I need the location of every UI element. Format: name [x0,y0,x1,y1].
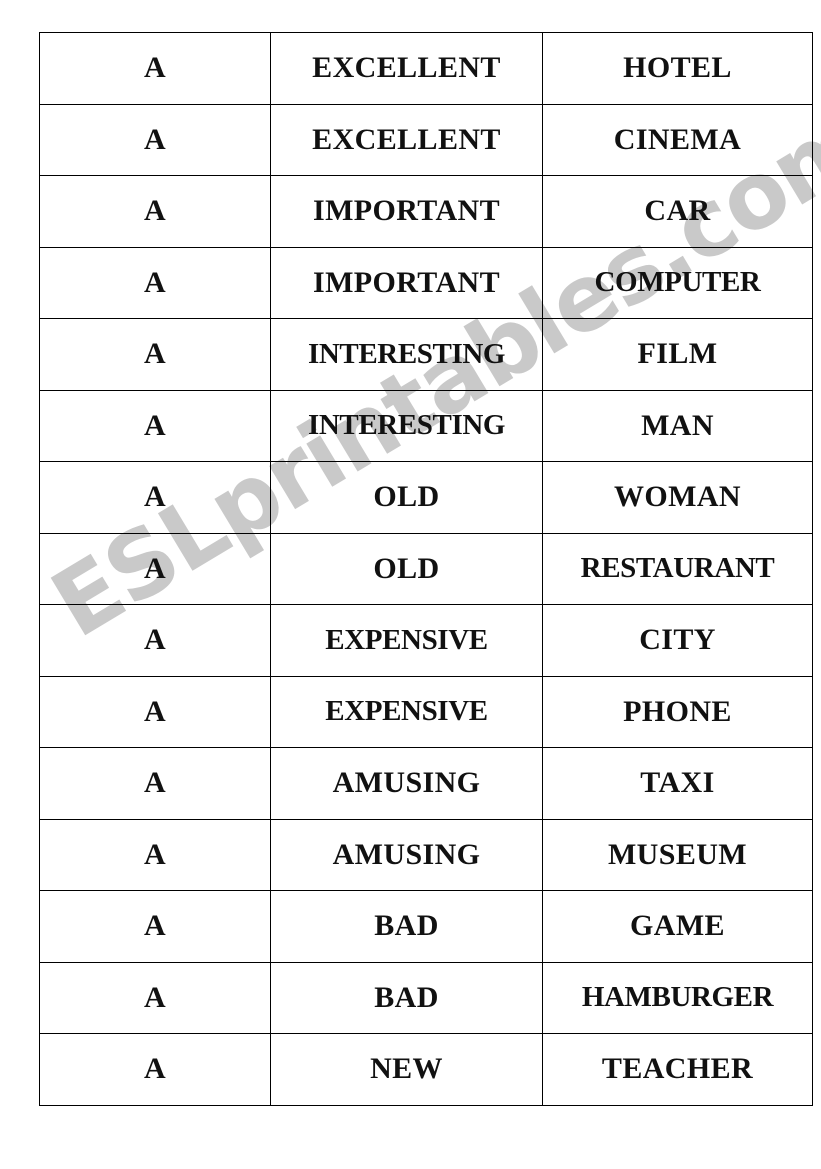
cell-article: A [39,461,271,534]
cell-noun: TEACHER [542,1033,813,1106]
cell-noun: MUSEUM [542,818,813,891]
cell-article: A [39,389,271,462]
table-row: A OLD WOMAN [39,461,813,534]
table-row: A IMPORTANT CAR [39,175,813,248]
table-row: A NEW TEACHER [39,1033,813,1106]
cell-noun: PHONE [542,675,813,748]
cell-noun: GAME [542,890,813,963]
cell-article: A [39,747,271,820]
cell-noun: FILM [542,318,813,391]
table-row: A EXCELLENT CINEMA [39,103,813,176]
table-row: A INTERESTING MAN [39,389,813,462]
cell-adjective: NEW [270,1033,543,1106]
cell-adjective: BAD [270,961,543,1034]
cell-adjective: EXCELLENT [270,32,543,105]
cell-article: A [39,1033,271,1106]
cell-noun: TAXI [542,747,813,820]
cell-adjective: OLD [270,532,543,605]
cell-noun: RESTAURANT [542,532,813,605]
cell-adjective: EXPENSIVE [270,604,543,677]
cell-article: A [39,532,271,605]
cell-adjective: IMPORTANT [270,246,543,319]
cell-adjective: INTERESTING [270,389,543,462]
table-body: A EXCELLENT HOTEL A EXCELLENT CINEMA A I… [39,32,813,1106]
cell-article: A [39,604,271,677]
cell-article: A [39,675,271,748]
cell-adjective: BAD [270,890,543,963]
cell-noun: CAR [542,175,813,248]
table-row: A BAD GAME [39,890,813,963]
cell-noun: WOMAN [542,461,813,534]
cell-adjective: EXCELLENT [270,103,543,176]
table-row: A OLD RESTAURANT [39,532,813,605]
cell-noun: COMPUTER [542,246,813,319]
cell-adjective: IMPORTANT [270,175,543,248]
worksheet-page: ESLprintables.com A EXCELLENT HOTEL A EX… [0,0,821,1169]
table-row: A INTERESTING FILM [39,318,813,391]
table-row: A EXPENSIVE CITY [39,604,813,677]
cell-article: A [39,103,271,176]
table-row: A AMUSING MUSEUM [39,818,813,891]
cell-adjective: OLD [270,461,543,534]
table-row: A IMPORTANT COMPUTER [39,246,813,319]
word-card-table: A EXCELLENT HOTEL A EXCELLENT CINEMA A I… [39,32,813,1106]
table-row: A EXPENSIVE PHONE [39,675,813,748]
cell-noun: HAMBURGER [542,961,813,1034]
cell-adjective: INTERESTING [270,318,543,391]
cell-noun: HOTEL [542,32,813,105]
table-row: A EXCELLENT HOTEL [39,32,813,105]
cell-article: A [39,961,271,1034]
cell-noun: CITY [542,604,813,677]
cell-article: A [39,175,271,248]
cell-adjective: AMUSING [270,818,543,891]
cell-noun: CINEMA [542,103,813,176]
cell-adjective: EXPENSIVE [270,675,543,748]
cell-article: A [39,890,271,963]
cell-article: A [39,318,271,391]
cell-adjective: AMUSING [270,747,543,820]
cell-article: A [39,246,271,319]
cell-noun: MAN [542,389,813,462]
table-row: A AMUSING TAXI [39,747,813,820]
cell-article: A [39,32,271,105]
table-row: A BAD HAMBURGER [39,961,813,1034]
cell-article: A [39,818,271,891]
